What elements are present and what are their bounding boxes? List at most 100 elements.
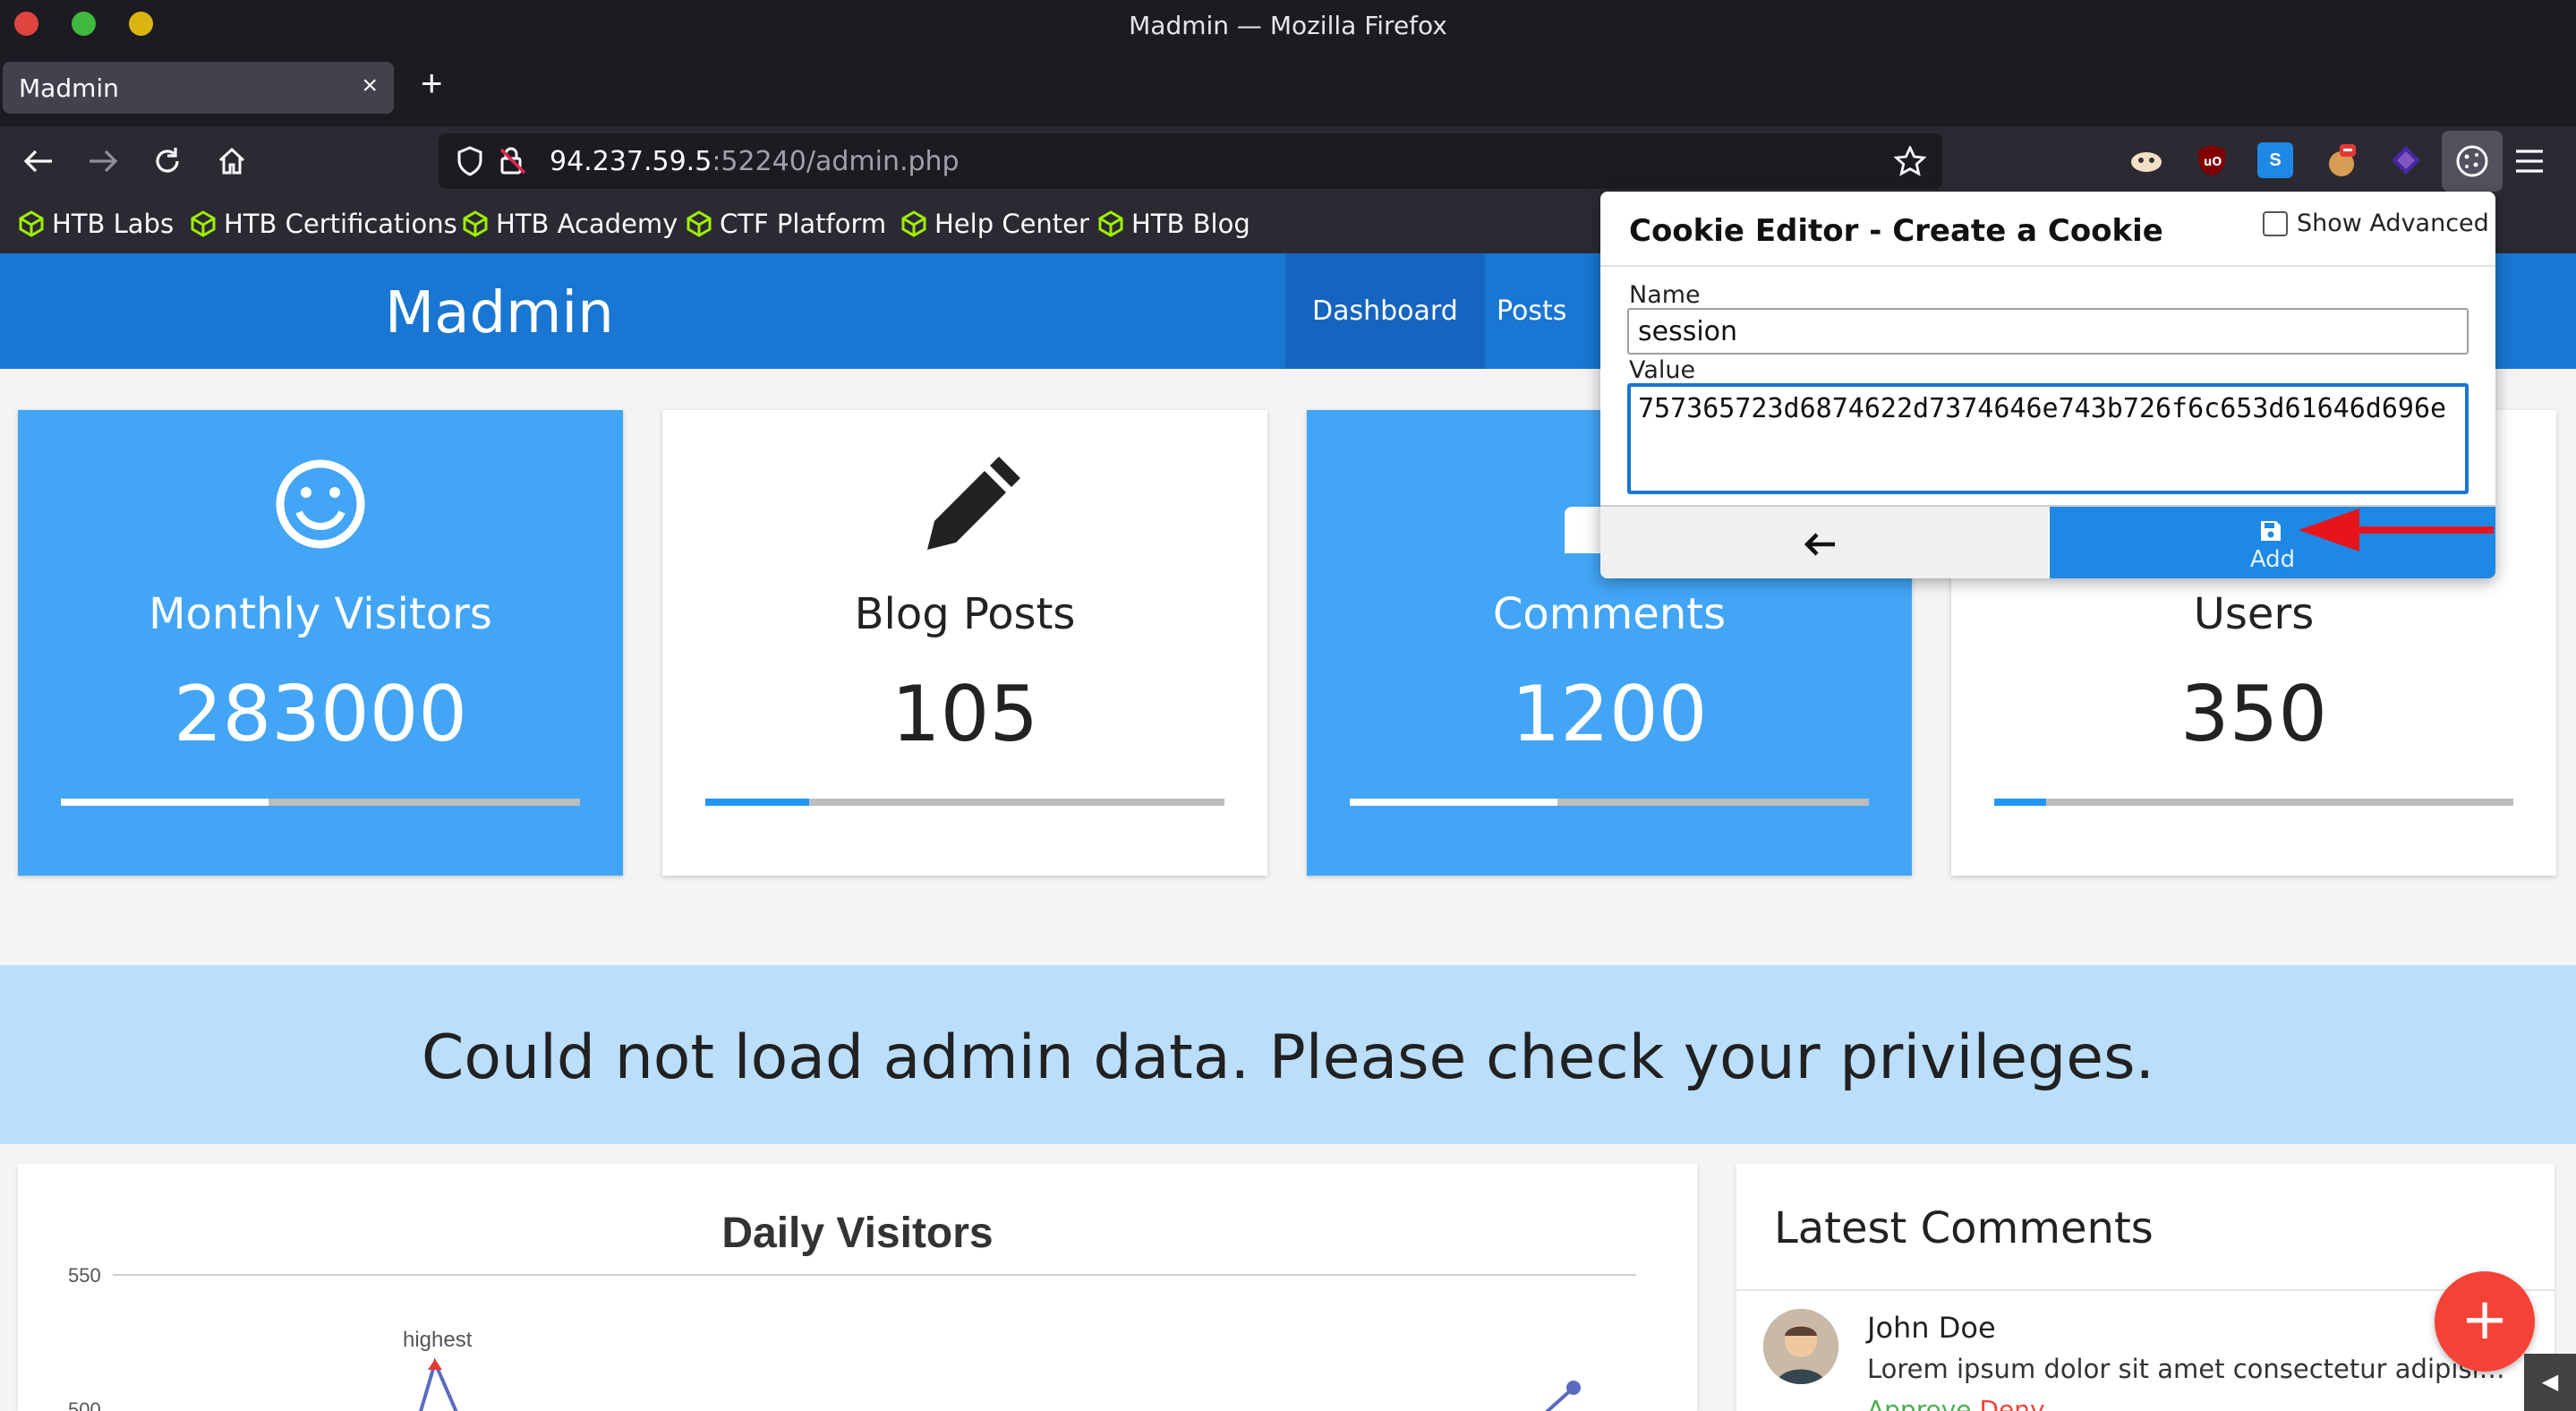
y-tick-label: 550 <box>68 1264 101 1287</box>
extension-s-icon[interactable]: S <box>2257 142 2293 178</box>
cookie-icon <box>2456 145 2488 177</box>
bookmark-label: CTF Platform <box>720 209 887 239</box>
navigation-toolbar: 94.237.59.5:52240/admin.php uO S <box>0 126 2576 196</box>
bookmark-star-icon[interactable] <box>1894 146 1926 176</box>
nav-posts[interactable]: Posts <box>1470 253 1593 369</box>
add-fab-button[interactable]: + <box>2435 1271 2535 1372</box>
bookmark-label: Help Center <box>934 209 1089 239</box>
latest-comments-card: Latest Comments John Doe Lorem ipsum dol… <box>1736 1164 2555 1411</box>
home-icon[interactable] <box>217 146 247 176</box>
htb-cube-icon <box>463 210 488 237</box>
htb-cube-icon <box>19 210 44 237</box>
approve-link[interactable]: Approve <box>1867 1395 1972 1411</box>
tracking-shield-icon[interactable] <box>456 146 483 176</box>
back-icon[interactable] <box>23 148 54 175</box>
stat-value: 105 <box>891 670 1039 759</box>
insecure-lock-icon[interactable] <box>498 146 528 176</box>
popup-title: Cookie Editor - Create a Cookie <box>1629 213 2163 249</box>
pencil-icon <box>927 457 1020 550</box>
bookmark-label: HTB Academy <box>496 209 678 239</box>
name-label: Name <box>1629 281 1701 309</box>
url-host: 94.237.59.5 <box>550 146 712 177</box>
address-bar[interactable]: 94.237.59.5:52240/admin.php <box>439 133 1942 189</box>
url-path: :52240/admin.php <box>712 146 960 177</box>
cookie-editor-extension-button[interactable] <box>2442 131 2503 192</box>
arrow-left-icon <box>1804 533 1835 556</box>
avatar <box>1763 1309 1838 1384</box>
bookmark-label: HTB Labs <box>52 209 175 239</box>
htb-cube-icon <box>1098 210 1123 237</box>
stat-value: 350 <box>2179 670 2328 759</box>
bookmark-ctf-platform[interactable]: CTF Platform <box>686 209 886 239</box>
new-tab-button[interactable]: + <box>421 62 443 105</box>
show-advanced-checkbox[interactable] <box>2263 211 2288 236</box>
stat-label: Blog Posts <box>854 589 1076 639</box>
highest-marker <box>428 1359 442 1370</box>
stat-value: 283000 <box>173 670 468 759</box>
save-icon <box>2261 521 2281 541</box>
series-line <box>419 1357 458 1411</box>
stat-label: Comments <box>1492 589 1727 639</box>
bookmark-label: HTB Blog <box>1131 209 1250 239</box>
tab-strip: Madmin × + <box>0 46 2576 126</box>
sidebar-toggle-icon[interactable]: ◀ <box>2524 1354 2576 1411</box>
htb-cube-icon <box>191 210 216 237</box>
comment-actions: Approve Deny <box>1867 1395 2045 1411</box>
svg-text:uO: uO <box>2204 156 2222 169</box>
value-label: Value <box>1629 356 1696 384</box>
stat-progress-bar <box>705 799 1224 806</box>
stat-card-blog-posts: Blog Posts 105 <box>662 410 1267 876</box>
comment-text: Lorem ipsum dolor sit amet consectetur a… <box>1867 1354 2512 1384</box>
ublock-origin-icon[interactable]: uO <box>2194 142 2230 178</box>
cookie-value-input[interactable]: 757365723d6874622d7374646e743b726f6c653d… <box>1627 383 2469 494</box>
site-brand[interactable]: Madmin <box>385 280 614 346</box>
divider <box>1600 265 2495 267</box>
stat-card-monthly-visitors: Monthly Visitors 283000 <box>18 410 623 876</box>
privilege-alert: Could not load admin data. Please check … <box>0 965 2576 1144</box>
browser-tab[interactable]: Madmin × <box>3 62 394 114</box>
bookmark-htb-labs[interactable]: HTB Labs <box>18 209 174 239</box>
stat-progress-bar <box>1350 799 1869 806</box>
bookmark-label: HTB Certifications <box>224 209 457 239</box>
extension-cookie-monster-icon[interactable] <box>2324 142 2359 178</box>
comments-title: Latest Comments <box>1774 1203 2154 1253</box>
cookie-name-input[interactable] <box>1627 308 2469 355</box>
comment-author: John Doe <box>1867 1311 1996 1345</box>
deny-link[interactable]: Deny <box>1979 1395 2044 1411</box>
stat-progress-fill <box>61 799 269 806</box>
stat-progress-bar <box>61 799 580 806</box>
alert-message: Could not load admin data. Please check … <box>421 1022 2155 1093</box>
stat-value: 1200 <box>1511 670 1708 759</box>
back-button[interactable] <box>1600 507 2048 578</box>
smiley-icon <box>276 459 365 549</box>
show-advanced-label[interactable]: Show Advanced <box>2297 210 2489 237</box>
stat-progress-bar <box>1994 799 2513 806</box>
stat-label: Users <box>2193 589 2315 639</box>
daily-visitors-chart-card: Daily Visitors 550 500 highest <box>18 1164 1697 1411</box>
extension-sneaky-icon[interactable] <box>2128 142 2164 178</box>
htb-cube-icon <box>687 210 712 237</box>
annotation-arrow-icon <box>2299 509 2494 552</box>
stat-progress-fill <box>1994 799 2046 806</box>
window-titlebar: Madmin — Mozilla Firefox <box>0 0 2576 46</box>
tab-close-icon[interactable]: × <box>362 71 378 101</box>
bookmark-help-center[interactable]: Help Center <box>900 209 1089 239</box>
htb-cube-icon <box>901 210 926 237</box>
y-tick-label: 500 <box>68 1398 101 1411</box>
window-title: Madmin — Mozilla Firefox <box>1129 11 1447 40</box>
tab-title: Madmin <box>19 73 119 103</box>
daily-visitors-chart: 550 500 highest <box>68 1264 1636 1411</box>
bookmark-htb-blog[interactable]: HTB Blog <box>1097 209 1250 239</box>
forward-icon[interactable] <box>88 148 118 175</box>
url-text[interactable]: 94.237.59.5:52240/admin.php <box>550 146 960 177</box>
bookmark-htb-certifications[interactable]: HTB Certifications <box>190 209 457 239</box>
stat-progress-fill <box>705 799 809 806</box>
hamburger-menu-icon[interactable] <box>2513 148 2546 175</box>
chart-annotation-label: highest <box>403 1328 473 1352</box>
bookmark-htb-academy[interactable]: HTB Academy <box>462 209 678 239</box>
data-point <box>1566 1381 1581 1395</box>
nav-dashboard[interactable]: Dashboard <box>1285 253 1485 369</box>
stat-progress-fill <box>1350 799 1557 806</box>
reload-icon[interactable] <box>152 146 183 176</box>
extension-purple-icon[interactable] <box>2388 142 2424 178</box>
